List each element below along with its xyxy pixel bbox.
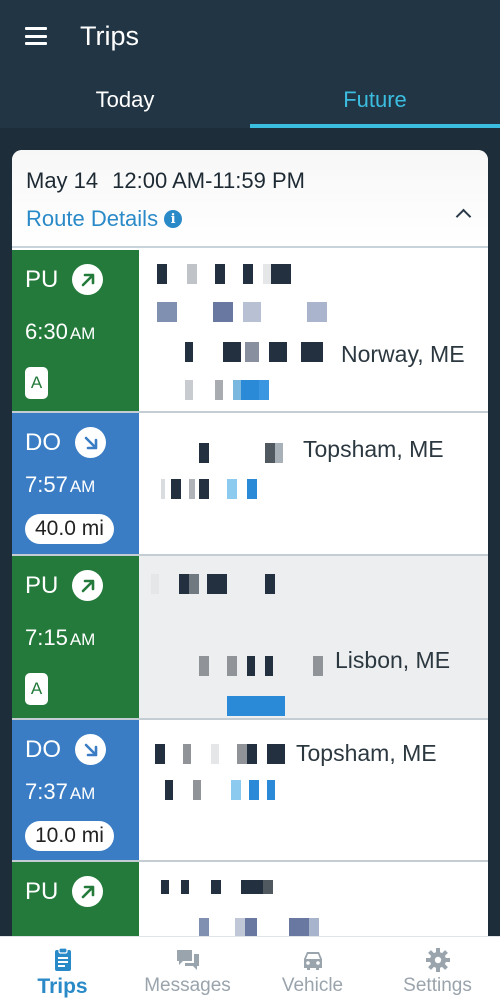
stop-row[interactable]: PU 7:15 AM A Lisbon, ME (12, 556, 488, 720)
pickup-arrow-icon (72, 264, 104, 295)
trip-list[interactable]: May 14 12:00 AM-11:59 PM Route Details i… (0, 136, 500, 936)
stop-row[interactable]: PU 6:30 AM A Norway, ME (12, 250, 488, 413)
tab-bar: Today Future (0, 72, 500, 128)
nav-label: Vehicle (281, 975, 344, 996)
route-date-time: May 14 12:00 AM-11:59 PM (26, 168, 474, 194)
stop-city: Lisbon, ME (335, 647, 451, 673)
gear-icon (425, 948, 450, 972)
tab-today[interactable]: Today (0, 72, 250, 128)
bottom-nav: Trips Messages Vehicle Settings (0, 936, 500, 1005)
stop-row[interactable]: PU (12, 862, 488, 936)
nav-label: Messages (144, 975, 231, 996)
info-icon[interactable]: i (164, 210, 183, 228)
stop-city: Topsham, ME (303, 436, 444, 462)
dropoff-panel: DO 7:57 AM 40.0 mi (12, 413, 139, 554)
stop-distance: 10.0 mi (25, 821, 114, 851)
nav-settings[interactable]: Settings (375, 937, 500, 1005)
nav-trips[interactable]: Trips (0, 937, 125, 1005)
stop-details: Norway, ME (139, 250, 488, 411)
nav-label: Trips (37, 975, 88, 998)
route-card: May 14 12:00 AM-11:59 PM Route Details i… (12, 150, 488, 936)
stop-distance: 40.0 mi (25, 514, 114, 544)
stop-badge: A (25, 673, 48, 705)
dropoff-arrow-icon (75, 734, 106, 765)
hamburger-icon (25, 27, 47, 45)
stop-type: PU (25, 877, 59, 905)
chevron-up-icon[interactable] (456, 206, 470, 220)
pickup-panel: PU 7:15 AM A (12, 556, 139, 718)
stop-city: Topsham, ME (296, 740, 437, 766)
chat-icon (176, 950, 199, 970)
stop-details: Topsham, ME (139, 413, 488, 554)
route-header: May 14 12:00 AM-11:59 PM Route Details i (12, 150, 488, 248)
nav-messages[interactable]: Messages (125, 937, 250, 1005)
route-time-range: 12:00 AM-11:59 PM (112, 168, 305, 193)
clipboard-icon (54, 947, 71, 971)
stop-type: PU (25, 571, 59, 599)
app-bar: Trips (0, 0, 500, 72)
stop-type: DO (25, 428, 61, 456)
stop-time: 7:15 AM (25, 625, 96, 650)
pickup-arrow-icon (72, 876, 104, 907)
route-date: May 14 (26, 168, 99, 193)
stop-type: PU (25, 265, 59, 293)
route-details-link[interactable]: Route Details (26, 206, 158, 232)
stop-type: DO (25, 735, 61, 763)
pickup-arrow-icon (72, 570, 104, 601)
stop-row[interactable]: DO 7:57 AM 40.0 mi Topsham, ME (12, 413, 488, 556)
stop-time: 7:37 AM (25, 779, 96, 804)
menu-button[interactable] (0, 0, 86, 72)
stop-details: Topsham, ME (139, 720, 488, 860)
tab-future[interactable]: Future (250, 72, 500, 128)
nav-label: Settings (403, 975, 472, 996)
dropoff-arrow-icon (75, 427, 106, 458)
stop-badge: A (25, 367, 48, 399)
stop-row[interactable]: DO 7:37 AM 10.0 mi Topsham, ME (12, 720, 488, 862)
stop-details (139, 862, 488, 936)
stop-time: 6:30 AM (25, 319, 96, 344)
stop-city: Norway, ME (341, 341, 465, 367)
stop-time: 7:57 AM (25, 472, 96, 497)
nav-vehicle[interactable]: Vehicle (250, 937, 375, 1005)
car-icon (303, 952, 322, 970)
pickup-panel: PU (12, 862, 139, 936)
stop-details: Lisbon, ME (139, 556, 488, 718)
pickup-panel: PU 6:30 AM A (12, 250, 139, 411)
page-title: Trips (80, 20, 139, 51)
dropoff-panel: DO 7:37 AM 10.0 mi (12, 720, 139, 860)
